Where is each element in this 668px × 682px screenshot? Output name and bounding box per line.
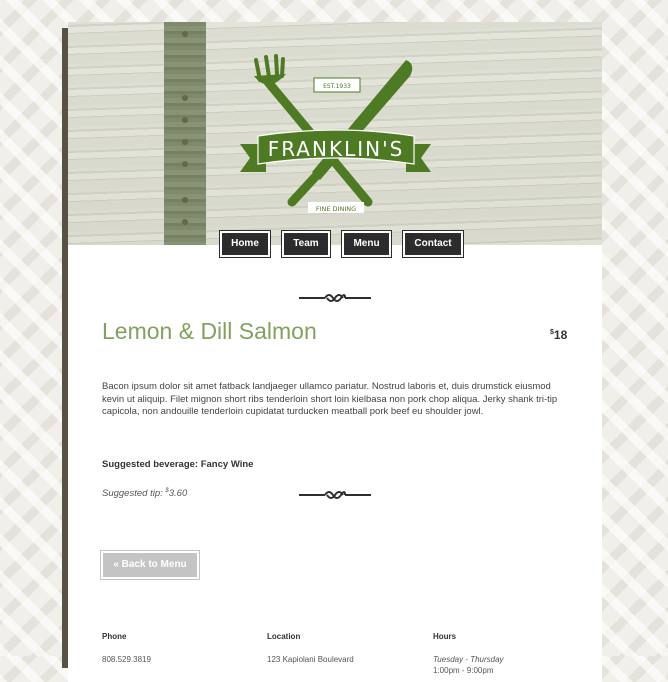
dish-title: Lemon & Dill Salmon (102, 318, 317, 344)
logo-name: FRANKLIN'S (268, 137, 405, 161)
logo-est: EST.1933 (323, 83, 351, 90)
nav-menu-button[interactable]: Menu (341, 230, 392, 258)
nav-team-button[interactable]: Team (281, 230, 331, 258)
dish-price: $18 (550, 328, 567, 342)
leather-strap (164, 22, 206, 245)
main-nav: Home Team Menu Contact (219, 230, 464, 261)
footer-phone-heading: Phone (102, 632, 127, 641)
footer-location: 123 Kapiolani Boulevard (267, 655, 354, 664)
footer-phone[interactable]: 808.529.3819 (102, 655, 151, 664)
footer-location-heading: Location (267, 632, 301, 641)
ornament-divider (299, 294, 371, 302)
hero-banner: FRANKLIN'S EST.1933 FINE DINING (68, 22, 602, 245)
suggested-beverage: Suggested beverage: Fancy Wine (102, 459, 254, 470)
page: FRANKLIN'S EST.1933 FINE DINING Home Tea… (68, 22, 602, 682)
franklins-logo: FRANKLIN'S EST.1933 FINE DINING (240, 54, 431, 213)
footer-hours-time: 1:00pm - 9:00pm (433, 666, 494, 675)
tip-amount: 3.60 (168, 488, 188, 500)
tip-label: Suggested tip: (102, 488, 163, 500)
footer-hours-heading: Hours (433, 632, 457, 641)
price-value: 18 (553, 328, 568, 342)
suggested-tip: Suggested tip: $3.60 (102, 488, 187, 499)
logo-tagline: FINE DINING (316, 205, 356, 213)
nav-home-button[interactable]: Home (219, 230, 271, 258)
footer-hours-days: Tuesday - Thursday (433, 655, 504, 664)
strap-rivets (182, 31, 188, 225)
dish-description: Bacon ipsum dolor sit amet fatback landj… (102, 381, 558, 417)
back-to-menu-button[interactable]: « Back to Menu (100, 550, 200, 580)
ornament-divider-bottom (299, 491, 371, 499)
nav-contact-button[interactable]: Contact (402, 230, 464, 258)
